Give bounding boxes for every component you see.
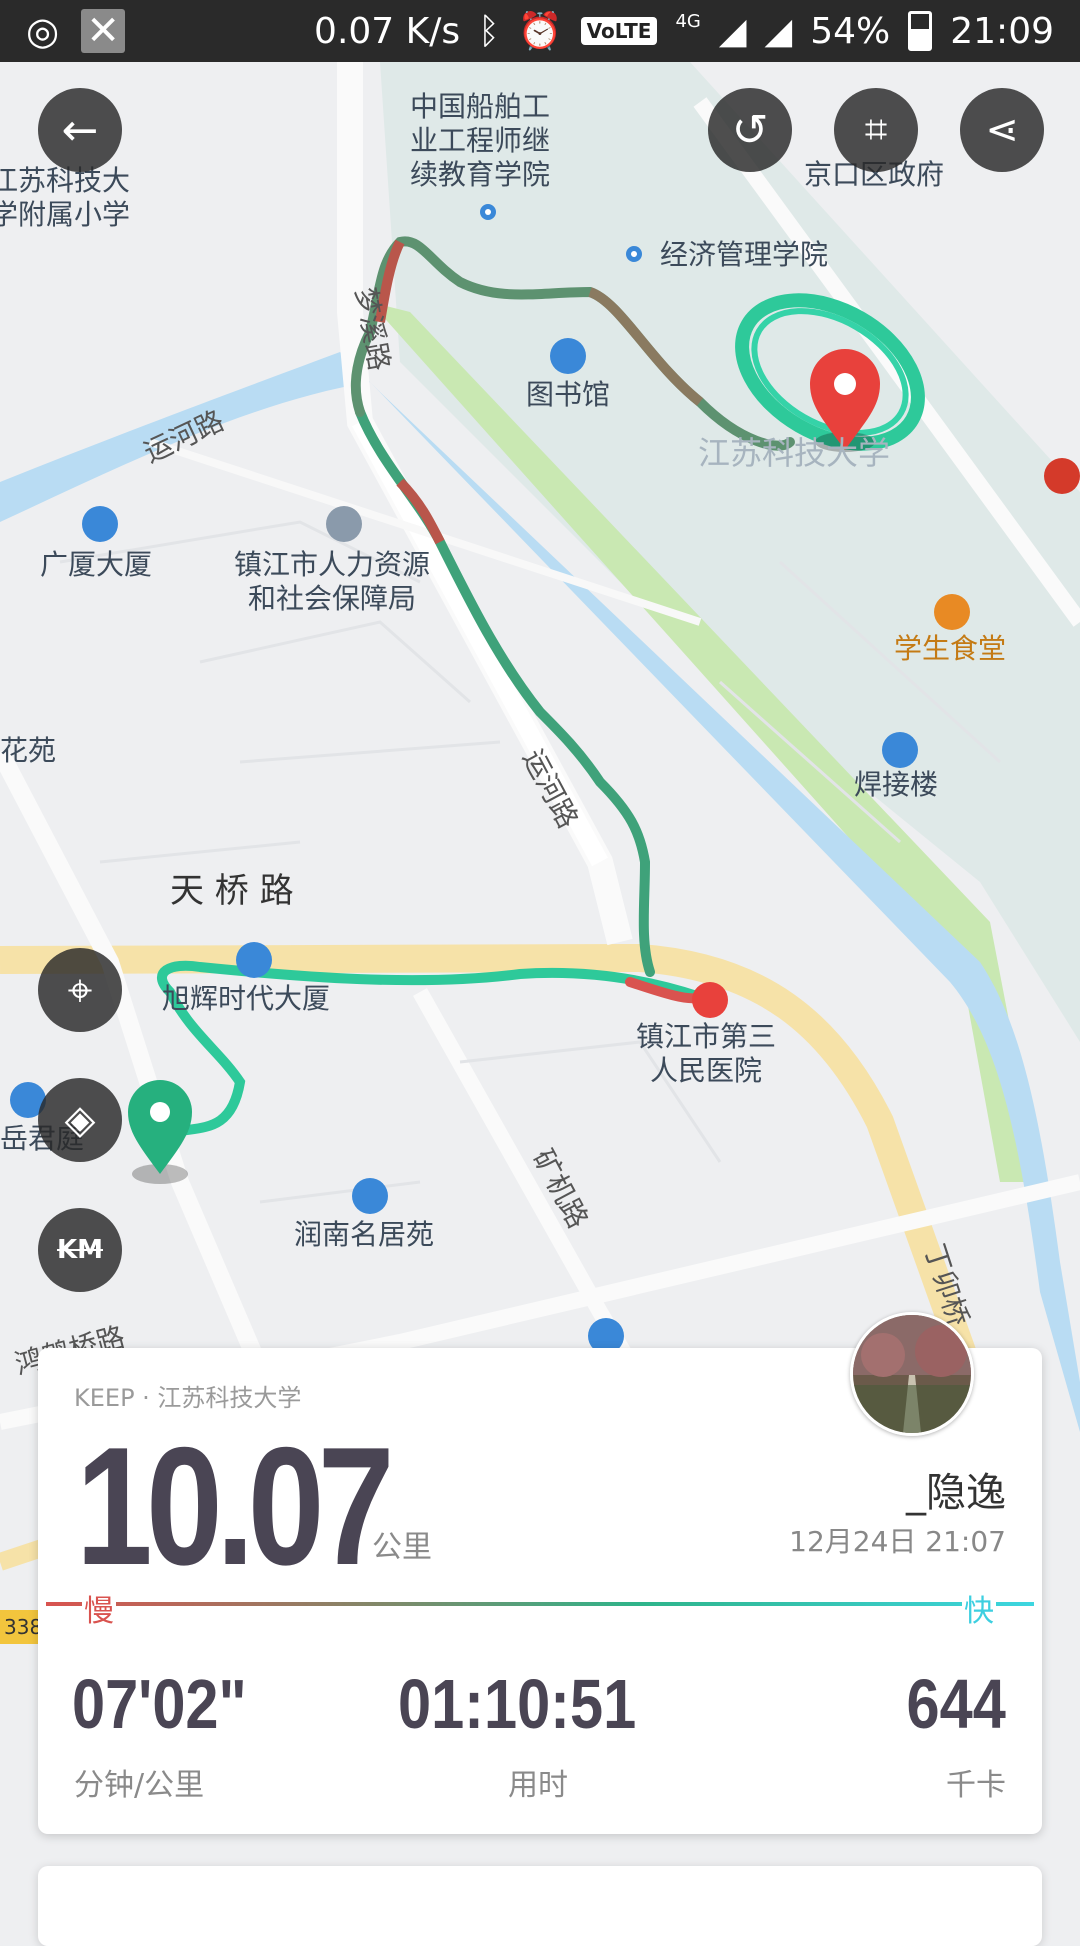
start-marker [128, 1080, 192, 1184]
map-label-hr-bureau: 镇江市人力资源 和社会保障局 [234, 548, 431, 615]
user-avatar[interactable] [850, 1312, 974, 1436]
replay-button[interactable]: ↺ [708, 88, 792, 172]
map-label-hospital: 镇江市第三 人民医院 [636, 1020, 777, 1087]
map-label-econ-school: 经济管理学院 [660, 238, 829, 271]
map-label-shipbuilding-school: 中国船舶工 业工程师继 续教育学院 [410, 90, 551, 191]
map-label-runnan: 润南名居苑 [294, 1218, 435, 1251]
distance-value: 10.07 [76, 1412, 395, 1600]
duration-label: 用时 [508, 1768, 568, 1803]
run-summary-card: KEEP · 江苏科技大学 10.07 公里 _隐逸 12月24日 21:07 … [38, 1312, 1042, 1834]
share-icon: ⋖ [985, 107, 1019, 153]
crop-icon: ⌗ [864, 107, 888, 153]
map-label-jiangsu-univ: 江苏科技大学 [698, 434, 891, 472]
volte-badge: VoLTE [580, 17, 658, 45]
clock: 21:09 [950, 10, 1054, 52]
battery-percent: 54% [810, 10, 891, 52]
map-label-library: 图书馆 [526, 378, 611, 411]
map-label-welding: 焊接楼 [854, 768, 939, 801]
pace-value: 07'02" [72, 1665, 247, 1743]
run-datetime: 12月24日 21:07 [789, 1525, 1006, 1558]
fast-label: 快 [962, 1586, 996, 1630]
back-arrow-icon: ← [61, 104, 99, 156]
next-card[interactable] [38, 1866, 1042, 1946]
share-button[interactable]: ⋖ [960, 88, 1044, 172]
map-label-tianqiao-road: 天 桥 路 [170, 871, 294, 911]
replay-icon: ↺ [731, 104, 769, 156]
alarm-icon: ⏰ [517, 11, 563, 52]
map-label-canteen: 学生食堂 [894, 632, 1007, 665]
distance-unit: 公里 [372, 1530, 432, 1565]
username: _隐逸 [906, 1470, 1006, 1516]
close-notification-icon: ✕ [81, 8, 126, 54]
status-bar: ◎ ✕ 0.07 K/s ᛒ ⏰ VoLTE 4G ◢ ◢ 54% 21:09 [0, 0, 1080, 62]
crosshair-icon: ⌖ [67, 964, 93, 1016]
back-button[interactable]: ← [38, 88, 122, 172]
km-toggle-button[interactable]: KM [38, 1208, 122, 1292]
slow-label: 慢 [82, 1586, 116, 1630]
calories-label: 千卡 [946, 1768, 1006, 1803]
speed-legend-bar [46, 1602, 1034, 1606]
layers-button[interactable]: ◈ [38, 1078, 122, 1162]
brand-location: KEEP · 江苏科技大学 [74, 1384, 302, 1412]
map-label-affiliated-school: 江苏科技大 学附属小学 [0, 164, 131, 231]
signal-4g-icon: 4G [675, 10, 701, 32]
duration-value: 01:10:51 [398, 1665, 637, 1743]
map-label-guangsha: 广厦大厦 [40, 548, 153, 581]
battery-icon [908, 11, 933, 51]
km-label: KM [56, 1235, 104, 1265]
bluetooth-icon: ᛒ [478, 10, 500, 52]
locate-button[interactable]: ⌖ [38, 948, 122, 1032]
map-label-xuhui: 旭辉时代大厦 [162, 982, 331, 1015]
signal-icon-2: ◢ [764, 10, 793, 52]
calories-value: 644 [906, 1665, 1006, 1743]
map-label-huayuan: 花苑 [0, 734, 57, 767]
pace-label: 分钟/公里 [74, 1768, 205, 1803]
crop-button[interactable]: ⌗ [834, 88, 918, 172]
avatar-image [853, 1315, 971, 1433]
layers-icon: ◈ [64, 1097, 96, 1143]
network-speed: 0.07 K/s [314, 10, 461, 52]
app-notification-icon: ◎ [26, 9, 60, 53]
signal-icon: ◢ [718, 10, 747, 52]
